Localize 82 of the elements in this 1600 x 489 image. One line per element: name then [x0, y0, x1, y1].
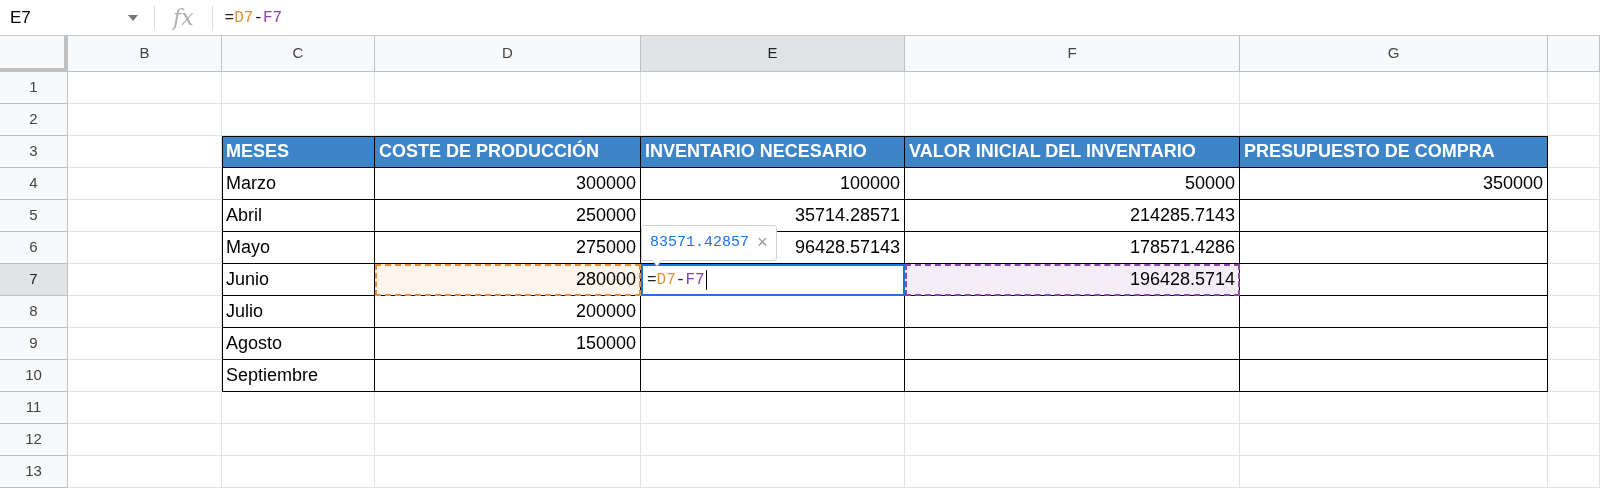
row-header[interactable]: 8 — [0, 296, 68, 328]
tooltip-value: 83571.42857 — [650, 232, 750, 253]
table-cell: 214285.7143 — [905, 200, 1240, 232]
empty-cell[interactable] — [1548, 328, 1600, 360]
table-cell: Junio — [222, 264, 375, 296]
column-header[interactable]: F — [905, 36, 1240, 72]
table-cell: 100000 — [641, 168, 905, 200]
table-cell: 200000 — [375, 296, 641, 328]
empty-cell[interactable] — [905, 456, 1240, 488]
column-header[interactable]: D — [375, 36, 641, 72]
empty-cell[interactable] — [1548, 456, 1600, 488]
column-header[interactable]: E — [641, 36, 905, 72]
formula-input[interactable]: =D7-F7 — [212, 5, 283, 30]
empty-cell[interactable] — [1548, 232, 1600, 264]
row-header[interactable]: 13 — [0, 456, 68, 488]
column-title: COSTE DE PRODUCCIÓN — [375, 136, 641, 168]
table-cell: 280000 — [375, 264, 641, 296]
function-label: fx — [170, 4, 195, 32]
empty-cell[interactable] — [1548, 264, 1600, 296]
empty-cell[interactable] — [375, 72, 641, 104]
empty-cell[interactable] — [1240, 392, 1548, 424]
empty-cell[interactable] — [1240, 424, 1548, 456]
cell-reference[interactable]: E7 — [10, 4, 31, 31]
empty-cell[interactable] — [905, 424, 1240, 456]
empty-cell[interactable] — [1240, 456, 1548, 488]
column-title: MESES — [222, 136, 375, 168]
empty-cell[interactable] — [905, 392, 1240, 424]
table-cell: 178571.4286 — [905, 232, 1240, 264]
column-header[interactable]: G — [1240, 36, 1548, 72]
table-cell: Julio — [222, 296, 375, 328]
empty-cell[interactable] — [1548, 104, 1600, 136]
column-header[interactable]: C — [222, 36, 375, 72]
table-cell: Mayo — [222, 232, 375, 264]
column-header[interactable]: B — [68, 36, 222, 72]
table-cell: Septiembre — [222, 360, 375, 392]
empty-cell[interactable] — [1548, 392, 1600, 424]
empty-cell[interactable] — [375, 424, 641, 456]
table-cell: 150000 — [375, 328, 641, 360]
row-header[interactable]: 3 — [0, 136, 68, 168]
row-header[interactable]: 6 — [0, 232, 68, 264]
empty-cell[interactable] — [222, 392, 375, 424]
empty-cell[interactable] — [905, 72, 1240, 104]
row-header[interactable]: 11 — [0, 392, 68, 424]
table-cell: Agosto — [222, 328, 375, 360]
row-header[interactable]: 9 — [0, 328, 68, 360]
empty-cell[interactable] — [1548, 360, 1600, 392]
row-header[interactable]: 1 — [0, 72, 68, 104]
column-title: PRESUPUESTO DE COMPRA — [1240, 136, 1548, 168]
empty-cell[interactable] — [375, 456, 641, 488]
empty-cell[interactable] — [641, 72, 905, 104]
table-cell: 196428.5714 — [905, 264, 1240, 296]
empty-cell[interactable] — [641, 456, 905, 488]
column-title: VALOR INICIAL DEL INVENTARIO — [905, 136, 1240, 168]
empty-cell[interactable] — [1548, 168, 1600, 200]
empty-cell[interactable] — [222, 424, 375, 456]
dropdown-caret-icon[interactable] — [128, 14, 138, 21]
empty-cell[interactable] — [222, 72, 375, 104]
empty-cell[interactable] — [1240, 72, 1548, 104]
table-cell: Abril — [222, 200, 375, 232]
row-header[interactable]: 2 — [0, 104, 68, 136]
empty-cell[interactable] — [222, 456, 375, 488]
column-title: INVENTARIO NECESARIO — [641, 136, 905, 168]
empty-cell[interactable] — [1548, 296, 1600, 328]
table-cell: 250000 — [375, 200, 641, 232]
table-cell: 350000 — [1240, 168, 1548, 200]
empty-cell[interactable] — [1548, 72, 1600, 104]
table-cell: 50000 — [905, 168, 1240, 200]
row-header[interactable]: 4 — [0, 168, 68, 200]
table-cell: Marzo — [222, 168, 375, 200]
select-all-corner[interactable] — [0, 36, 68, 72]
empty-cell[interactable] — [1548, 200, 1600, 232]
empty-cell[interactable] — [641, 392, 905, 424]
table-cell: 300000 — [375, 168, 641, 200]
column-header[interactable] — [1548, 36, 1600, 72]
empty-cell[interactable] — [375, 392, 641, 424]
empty-cell[interactable] — [641, 424, 905, 456]
row-header[interactable]: 7 — [0, 264, 68, 296]
table-cell: 275000 — [375, 232, 641, 264]
row-header[interactable]: 10 — [0, 360, 68, 392]
row-header[interactable]: 5 — [0, 200, 68, 232]
empty-cell[interactable] — [1548, 424, 1600, 456]
row-header[interactable]: 12 — [0, 424, 68, 456]
